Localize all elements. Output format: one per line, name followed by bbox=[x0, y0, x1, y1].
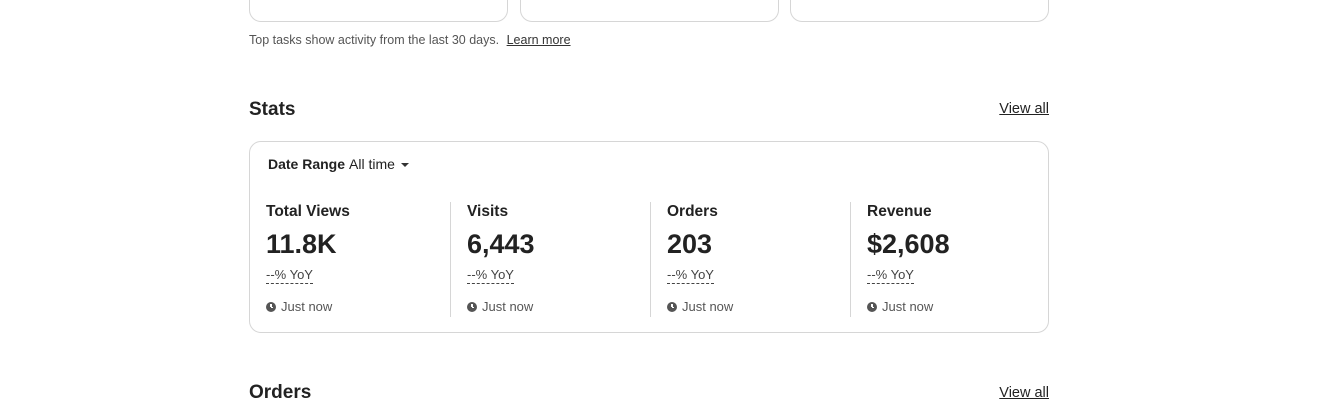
metric-label: Total Views bbox=[266, 203, 350, 220]
date-range-dropdown[interactable]: Date Range All time bbox=[268, 156, 409, 172]
metric-updated: Just now bbox=[467, 299, 533, 314]
date-range-label: Date Range bbox=[268, 156, 346, 172]
dashboard-page: Top tasks show activity from the last 30… bbox=[0, 0, 1319, 414]
metric-label: Revenue bbox=[867, 203, 932, 220]
clock-icon bbox=[667, 301, 677, 312]
date-range-value: All time bbox=[349, 156, 395, 172]
stats-card: Date Range All time Total Views 11.8K --… bbox=[249, 141, 1049, 333]
metric-updated: Just now bbox=[667, 299, 733, 314]
clock-icon bbox=[266, 301, 276, 312]
stats-view-all-link[interactable]: View all bbox=[999, 101, 1049, 117]
metric-updated: Just now bbox=[867, 299, 933, 314]
top-task-card[interactable] bbox=[790, 0, 1049, 22]
top-tasks-note-text: Top tasks show activity from the last 30… bbox=[249, 33, 500, 47]
clock-icon bbox=[467, 301, 477, 312]
metric-value: $2,608 bbox=[867, 229, 950, 259]
metric-updated-text: Just now bbox=[882, 299, 934, 314]
metric-yoy[interactable]: --% YoY bbox=[867, 267, 914, 284]
metric-updated-text: Just now bbox=[482, 299, 534, 314]
metric-total-views: Total Views 11.8K --% YoY Just now bbox=[250, 202, 450, 317]
metric-visits: Visits 6,443 --% YoY Just now bbox=[450, 202, 650, 317]
orders-view-all-link[interactable]: View all bbox=[999, 385, 1049, 401]
top-tasks-note: Top tasks show activity from the last 30… bbox=[249, 33, 571, 47]
metric-updated: Just now bbox=[266, 299, 332, 314]
orders-heading: Orders bbox=[249, 382, 312, 403]
metric-yoy[interactable]: --% YoY bbox=[667, 267, 714, 284]
metric-updated-text: Just now bbox=[682, 299, 734, 314]
top-task-card[interactable] bbox=[249, 0, 508, 22]
metric-value: 203 bbox=[667, 229, 713, 259]
metric-value: 6,443 bbox=[467, 229, 535, 259]
chevron-down-icon bbox=[400, 163, 409, 167]
metric-orders: Orders 203 --% YoY Just now bbox=[650, 202, 850, 317]
metric-yoy[interactable]: --% YoY bbox=[467, 267, 514, 284]
metric-label: Orders bbox=[667, 203, 718, 220]
clock-icon bbox=[867, 301, 877, 312]
metric-yoy[interactable]: --% YoY bbox=[266, 267, 313, 284]
metric-value: 11.8K bbox=[266, 229, 337, 259]
top-task-card[interactable] bbox=[520, 0, 779, 22]
learn-more-link[interactable]: Learn more bbox=[507, 33, 571, 47]
stats-metrics: Total Views 11.8K --% YoY Just now Visit… bbox=[250, 202, 1050, 317]
metric-label: Visits bbox=[467, 203, 509, 220]
metric-revenue: Revenue $2,608 --% YoY Just now bbox=[850, 202, 1050, 317]
metric-updated-text: Just now bbox=[281, 299, 333, 314]
stats-heading: Stats bbox=[249, 99, 296, 120]
